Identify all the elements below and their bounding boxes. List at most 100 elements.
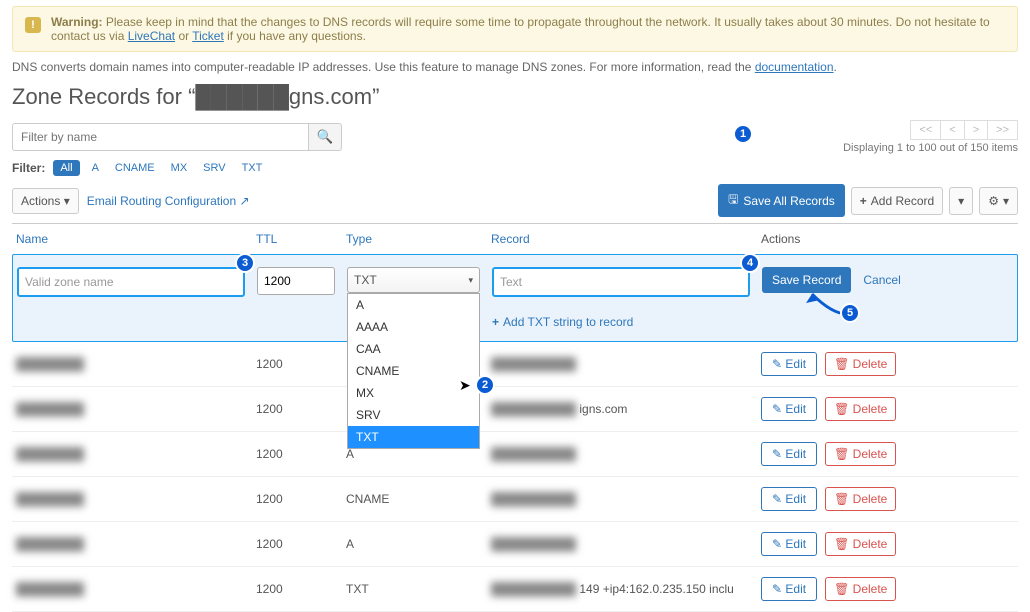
table-row: ████████1200██████████ ✎ Edit🗑 Delete bbox=[12, 342, 1018, 387]
warning-icon: ! bbox=[25, 17, 41, 33]
cell-ttl: 1200 bbox=[256, 357, 346, 371]
save-all-button[interactable]: 🖫Save All Records bbox=[718, 184, 845, 217]
edit-button[interactable]: ✎ Edit bbox=[761, 397, 817, 421]
add-txt-string-link[interactable]: +Add TXT string to record bbox=[492, 315, 762, 329]
pencil-icon: ✎ bbox=[772, 537, 782, 551]
cell-actions: ✎ Edit 🗑 Delete bbox=[761, 577, 1014, 601]
ticket-link[interactable]: Ticket bbox=[192, 29, 224, 43]
caret-down-icon: ▾ bbox=[64, 194, 70, 208]
cell-ttl: 1200 bbox=[256, 402, 346, 416]
filter-input[interactable] bbox=[12, 123, 308, 151]
pager-first[interactable]: << bbox=[910, 120, 941, 140]
cell-actions: ✎ Edit 🗑 Delete bbox=[761, 352, 1014, 376]
filter-row: Filter: All A CNAME MX SRV TXT bbox=[12, 160, 1018, 176]
cell-ttl: 1200 bbox=[256, 537, 346, 551]
cell-type: CNAME bbox=[346, 492, 491, 506]
pencil-icon: ✎ bbox=[772, 582, 782, 596]
cell-actions: ✎ Edit 🗑 Delete bbox=[761, 442, 1014, 466]
type-option-caa[interactable]: CAA bbox=[348, 338, 479, 360]
table-row: ████████1200CNAME██████████ ✎ Edit🗑 Dele… bbox=[12, 477, 1018, 522]
pager: << < > >> Displaying 1 to 100 out of 150… bbox=[843, 120, 1018, 154]
add-record-row: 3 TXT▾ A AAAA CAA CNAME MX SRV TXT ➤ 2 +… bbox=[12, 254, 1018, 342]
pager-next[interactable]: > bbox=[965, 120, 988, 140]
actions-dropdown[interactable]: Actions ▾ bbox=[12, 188, 79, 214]
col-name[interactable]: Name bbox=[16, 232, 256, 246]
delete-button[interactable]: 🗑 Delete bbox=[825, 487, 896, 511]
cancel-link[interactable]: Cancel bbox=[863, 273, 900, 287]
col-ttl[interactable]: TTL bbox=[256, 232, 346, 246]
filter-cname[interactable]: CNAME bbox=[111, 160, 159, 176]
trash-icon: 🗑 bbox=[834, 537, 849, 551]
warning-banner: ! Warning: Please keep in mind that the … bbox=[12, 6, 1018, 52]
col-type[interactable]: Type bbox=[346, 232, 491, 246]
pager-info: Displaying 1 to 100 out of 150 items bbox=[843, 142, 1018, 154]
cell-actions: ✎ Edit 🗑 Delete bbox=[761, 397, 1014, 421]
page-title: Zone Records for “██████gns.com” bbox=[12, 84, 1018, 110]
cell-ttl: 1200 bbox=[256, 492, 346, 506]
edit-button[interactable]: ✎ Edit bbox=[761, 577, 817, 601]
filter-mx[interactable]: MX bbox=[167, 160, 192, 176]
cell-type: A bbox=[346, 447, 491, 461]
trash-icon: 🗑 bbox=[834, 447, 849, 461]
cell-type: TXT bbox=[346, 582, 491, 596]
callout-2: 2 bbox=[475, 375, 495, 395]
type-option-txt[interactable]: TXT bbox=[348, 426, 479, 448]
pager-prev[interactable]: < bbox=[941, 120, 964, 140]
edit-button[interactable]: ✎ Edit bbox=[761, 352, 817, 376]
settings-button[interactable]: ⚙ ▾ bbox=[979, 187, 1018, 215]
filter-a[interactable]: A bbox=[88, 160, 103, 176]
search-button[interactable]: 🔍 bbox=[308, 123, 342, 151]
delete-button[interactable]: 🗑 Delete bbox=[825, 577, 896, 601]
add-record-button[interactable]: +Add Record bbox=[851, 187, 943, 215]
callout-4: 4 bbox=[740, 253, 760, 273]
col-actions: Actions bbox=[761, 232, 1014, 246]
callout-1: 1 bbox=[733, 124, 753, 144]
type-option-a[interactable]: A bbox=[348, 294, 479, 316]
cell-record: ██████████ igns.com bbox=[491, 402, 761, 416]
cell-record: ██████████ 149 +ip4:162.0.235.150 inclu bbox=[491, 582, 761, 596]
filter-srv[interactable]: SRV bbox=[199, 160, 229, 176]
trash-icon: 🗑 bbox=[834, 357, 849, 371]
livechat-link[interactable]: LiveChat bbox=[128, 29, 175, 43]
type-dropdown: A AAAA CAA CNAME MX SRV TXT bbox=[347, 293, 480, 449]
table-row: ████████1200MX██████████ igns.com✎ Edit🗑… bbox=[12, 387, 1018, 432]
cell-record: ██████████ bbox=[491, 537, 761, 551]
save-icon: 🖫 bbox=[728, 190, 738, 211]
delete-button[interactable]: 🗑 Delete bbox=[825, 442, 896, 466]
delete-button[interactable]: 🗑 Delete bbox=[825, 532, 896, 556]
table-row: ████████1200TXT██████████ 149 +ip4:162.0… bbox=[12, 567, 1018, 612]
filter-input-group: 🔍 bbox=[12, 123, 342, 151]
pencil-icon: ✎ bbox=[772, 402, 782, 416]
edit-button[interactable]: ✎ Edit bbox=[761, 487, 817, 511]
filter-label: Filter: bbox=[12, 161, 45, 175]
type-select[interactable]: TXT▾ bbox=[347, 267, 480, 293]
col-record[interactable]: Record bbox=[491, 232, 761, 246]
pager-last[interactable]: >> bbox=[988, 120, 1018, 140]
delete-button[interactable]: 🗑 Delete bbox=[825, 397, 896, 421]
gear-icon: ⚙ bbox=[988, 194, 999, 208]
cell-record: ██████████ bbox=[491, 447, 761, 461]
trash-icon: 🗑 bbox=[834, 492, 849, 506]
pencil-icon: ✎ bbox=[772, 492, 782, 506]
callout-5: 5 bbox=[840, 303, 860, 323]
filter-all[interactable]: All bbox=[53, 160, 79, 176]
edit-button[interactable]: ✎ Edit bbox=[761, 532, 817, 556]
documentation-link[interactable]: documentation bbox=[755, 60, 834, 74]
filter-txt[interactable]: TXT bbox=[238, 160, 267, 176]
delete-button[interactable]: 🗑 Delete bbox=[825, 352, 896, 376]
caret-down-icon: ▾ bbox=[1003, 194, 1009, 208]
record-input[interactable] bbox=[492, 267, 750, 297]
toolbar: Actions ▾ Email Routing Configuration ↗ … bbox=[12, 184, 1018, 217]
cell-record: ██████████ bbox=[491, 357, 761, 371]
ttl-input[interactable] bbox=[257, 267, 335, 295]
add-record-caret[interactable]: ▾ bbox=[949, 187, 973, 215]
type-option-srv[interactable]: SRV bbox=[348, 404, 479, 426]
records-table: Name TTL Type Record Actions 3 TXT▾ A AA… bbox=[12, 223, 1018, 612]
type-option-aaaa[interactable]: AAAA bbox=[348, 316, 479, 338]
email-routing-link[interactable]: Email Routing Configuration ↗ bbox=[87, 194, 250, 208]
edit-button[interactable]: ✎ Edit bbox=[761, 442, 817, 466]
trash-icon: 🗑 bbox=[834, 582, 849, 596]
external-link-icon: ↗ bbox=[240, 194, 250, 208]
name-input[interactable] bbox=[17, 267, 245, 297]
cell-name: ████████ bbox=[16, 492, 256, 506]
